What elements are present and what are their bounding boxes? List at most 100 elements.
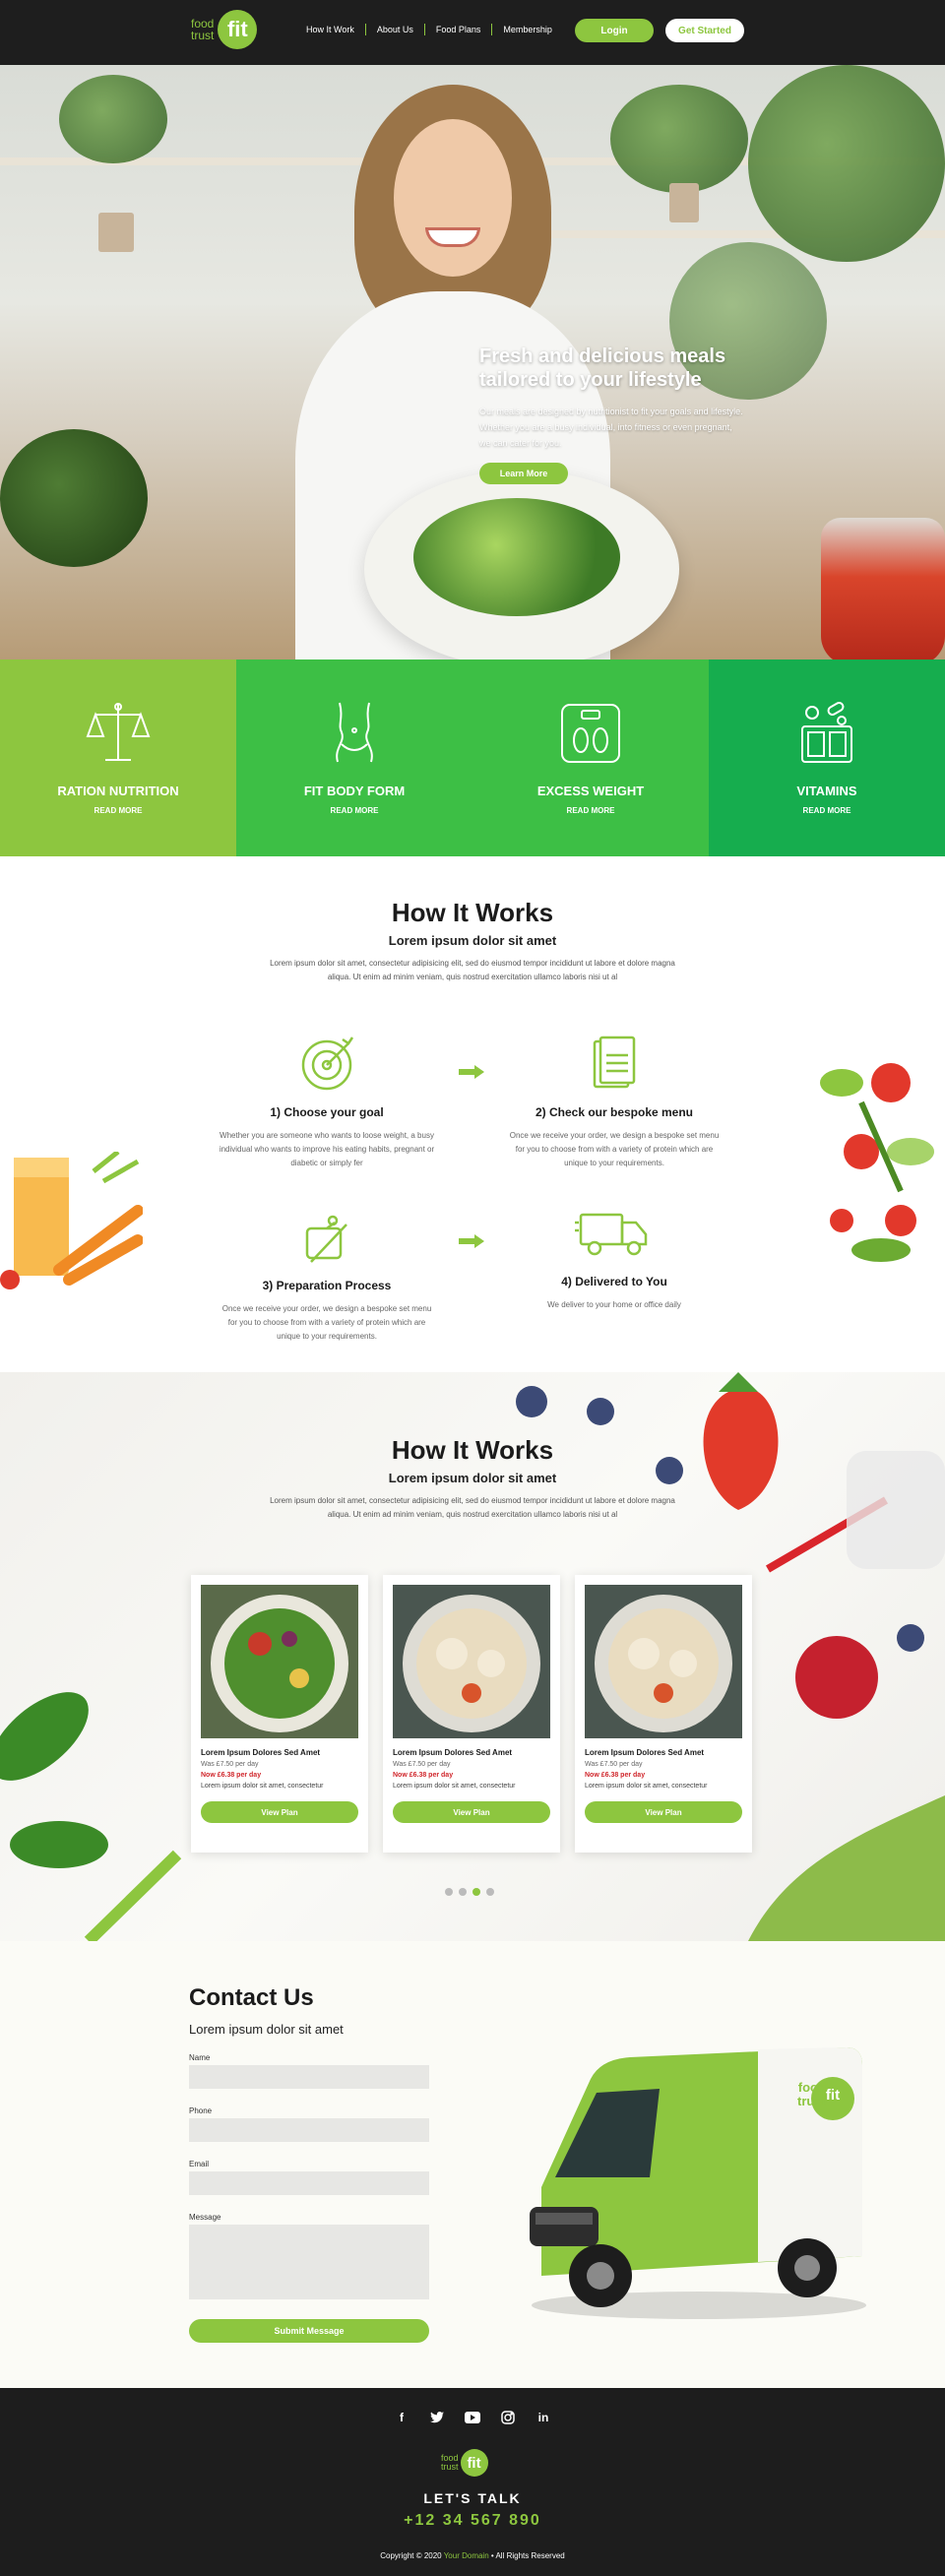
instagram-icon[interactable] xyxy=(500,2410,516,2425)
youtube-icon[interactable] xyxy=(465,2410,480,2425)
body-icon xyxy=(336,702,373,763)
plan-title: Lorem Ipsum Dolores Sed Amet xyxy=(393,1748,513,1757)
login-button[interactable]: Login xyxy=(575,19,654,42)
carousel-dot[interactable] xyxy=(486,1888,494,1896)
feature-ration-nutrition[interactable]: RATION NUTRITION READ MORE xyxy=(0,660,236,856)
nav-links: How It Work About Us Food Plans Membersh… xyxy=(303,24,563,35)
plan-card[interactable]: Lorem Ipsum Dolores Sed Amet Was £7.50 p… xyxy=(383,1575,560,1853)
carousel-dot[interactable] xyxy=(445,1888,453,1896)
step-bespoke-menu: 2) Check our bespoke menu Once we receiv… xyxy=(506,1034,723,1170)
plan-description: Lorem ipsum dolor sit amet, consectetur xyxy=(393,1783,516,1790)
section-title: How It Works xyxy=(391,898,554,927)
footer-logo[interactable]: food trust fit xyxy=(441,2449,488,2477)
read-more-link[interactable]: READ MORE xyxy=(331,806,379,815)
plan-card[interactable]: Lorem Ipsum Dolores Sed Amet Was £7.50 p… xyxy=(191,1575,368,1853)
food-plans-section: How It Works Lorem ipsum dolor sit amet … xyxy=(0,1372,945,1941)
contact-subtitle: Lorem ipsum dolor sit amet xyxy=(189,2022,344,2037)
plan-new-price: Now £6.38 per day xyxy=(585,1772,646,1779)
plan-title: Lorem Ipsum Dolores Sed Amet xyxy=(585,1748,705,1757)
lets-talk-heading: LET'S TALK xyxy=(423,2490,522,2506)
section-description: Lorem ipsum dolor sit amet, consectetur … xyxy=(270,1496,675,1519)
logo-wordmark: food trust xyxy=(191,17,215,42)
email-label: Email xyxy=(189,2160,210,2168)
plant-image xyxy=(610,85,748,193)
footer: f in food trust fit LET'S TALK +12 34 567… xyxy=(0,2388,945,2576)
hero-description: Our meals are designed by nutritionist t… xyxy=(479,407,743,448)
view-plan-button[interactable]: View Plan xyxy=(201,1801,358,1823)
step-choose-goal: 1) Choose your goal Whether you are some… xyxy=(219,1034,435,1170)
section-description: Lorem ipsum dolor sit amet, consectetur … xyxy=(270,959,675,981)
submit-message-button[interactable]: Submit Message xyxy=(189,2319,429,2343)
section-subtitle: Lorem ipsum dolor sit amet xyxy=(388,1471,557,1485)
plan-old-price: Was £7.50 per day xyxy=(201,1761,259,1768)
van-logo-badge: fit xyxy=(825,2087,841,2104)
broccoli-image xyxy=(0,429,148,567)
plant-image xyxy=(748,65,945,262)
plan-old-price: Was £7.50 per day xyxy=(585,1761,643,1768)
copyright: Copyright © 2020 Your Domain • All Right… xyxy=(380,2551,565,2560)
plan-card[interactable]: Lorem Ipsum Dolores Sed Amet Was £7.50 p… xyxy=(575,1575,752,1853)
feature-title: VITAMINS xyxy=(796,784,857,798)
chicken-bowl-image xyxy=(393,1585,550,1738)
read-more-link[interactable]: READ MORE xyxy=(803,806,851,815)
feature-title: RATION NUTRITION xyxy=(57,784,179,798)
hero-banner: Fresh and delicious meals tailored to yo… xyxy=(0,65,945,660)
domain-link[interactable]: Your Domain xyxy=(444,2551,489,2560)
salad-bowl-image xyxy=(201,1585,358,1738)
name-field[interactable] xyxy=(189,2065,429,2089)
phone-field[interactable] xyxy=(189,2118,429,2142)
plan-new-price: Now £6.38 per day xyxy=(393,1772,454,1779)
salad-image xyxy=(413,498,620,616)
plan-old-price: Was £7.50 per day xyxy=(393,1761,451,1768)
message-field[interactable] xyxy=(189,2225,429,2299)
plan-description: Lorem ipsum dolor sit amet, consectetur xyxy=(201,1783,324,1790)
read-more-link[interactable]: READ MORE xyxy=(567,806,615,815)
social-links: f in xyxy=(0,2410,945,2425)
vitamins-icon xyxy=(801,702,852,763)
pot-image xyxy=(98,213,134,252)
chicken-bowl-image xyxy=(585,1585,742,1738)
section-subtitle: Lorem ipsum dolor sit amet xyxy=(388,933,557,948)
view-plan-button[interactable]: View Plan xyxy=(585,1801,742,1823)
plan-new-price: Now £6.38 per day xyxy=(201,1772,262,1779)
hero-title: Fresh and delicious meals tailored to yo… xyxy=(479,346,726,391)
logo-badge: fit xyxy=(460,2449,488,2477)
linkedin-icon[interactable]: in xyxy=(536,2410,551,2425)
juice-vegetables-image xyxy=(0,1152,143,1289)
learn-more-button[interactable]: Learn More xyxy=(479,463,568,484)
arrow-right-icon xyxy=(459,1065,484,1079)
email-field[interactable] xyxy=(189,2171,429,2195)
carousel-dot-active[interactable] xyxy=(472,1888,480,1896)
facebook-icon[interactable]: f xyxy=(394,2410,410,2425)
view-plan-button[interactable]: View Plan xyxy=(393,1801,550,1823)
woman-face xyxy=(394,119,512,277)
feature-vitamins[interactable]: VITAMINS READ MORE xyxy=(709,660,945,856)
phone-number[interactable]: +12 34 567 890 xyxy=(0,2512,945,2530)
target-icon xyxy=(301,1037,354,1091)
top-nav: food trust fit How It Work About Us Food … xyxy=(0,0,945,65)
step-preparation: 3) Preparation Process Once we receive y… xyxy=(219,1207,435,1344)
feature-title: FIT BODY FORM xyxy=(303,784,406,798)
phone-label: Phone xyxy=(189,2106,213,2115)
message-label: Message xyxy=(189,2213,221,2222)
feature-fit-body-form[interactable]: FIT BODY FORM READ MORE xyxy=(236,660,472,856)
read-more-link[interactable]: READ MORE xyxy=(94,806,143,815)
plan-description: Lorem ipsum dolor sit amet, consectetur xyxy=(585,1783,708,1790)
nav-link-food-plans[interactable]: Food Plans xyxy=(425,24,493,35)
feature-excess-weight[interactable]: EXCESS WEIGHT READ MORE xyxy=(472,660,709,856)
how-it-works-section: How It Works Lorem ipsum dolor sit amet … xyxy=(0,856,945,1372)
get-started-button[interactable]: Get Started xyxy=(665,19,744,42)
menu-icon xyxy=(593,1036,636,1089)
nav-link-membership[interactable]: Membership xyxy=(492,24,563,35)
feature-title: EXCESS WEIGHT xyxy=(536,784,645,798)
step-description: Once we receive your order, we design a … xyxy=(509,1131,720,1167)
name-label: Name xyxy=(189,2053,211,2062)
nav-link-how-it-work[interactable]: How It Work xyxy=(303,24,366,35)
carousel-dot[interactable] xyxy=(459,1888,467,1896)
step-title: 2) Check our bespoke menu xyxy=(535,1105,694,1119)
step-description: Whether you are someone who wants to loo… xyxy=(219,1131,435,1167)
plant-image xyxy=(59,75,167,163)
twitter-icon[interactable] xyxy=(429,2410,445,2425)
nav-link-about-us[interactable]: About Us xyxy=(366,24,425,35)
brand-logo[interactable]: food trust fit xyxy=(191,10,258,49)
